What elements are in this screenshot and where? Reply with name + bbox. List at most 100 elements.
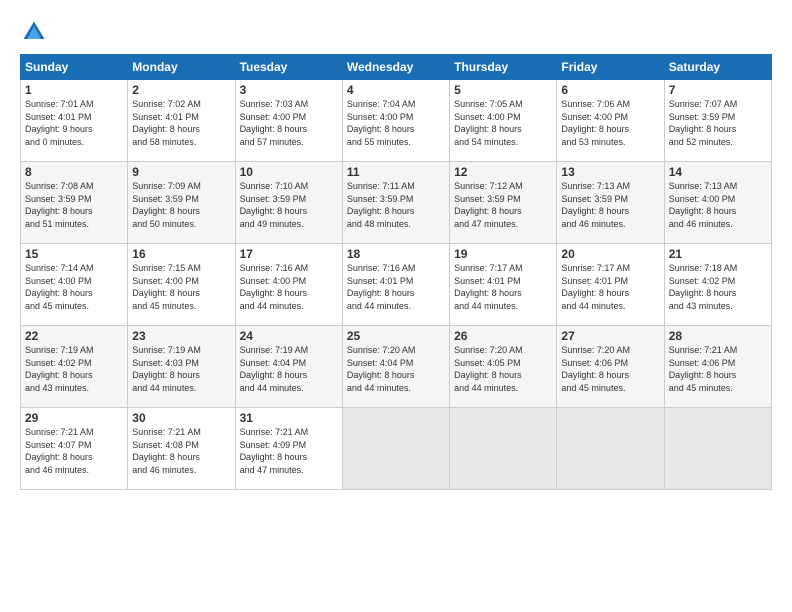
calendar-cell: 30Sunrise: 7:21 AM Sunset: 4:08 PM Dayli… [128,408,235,490]
day-info: Sunrise: 7:20 AM Sunset: 4:05 PM Dayligh… [454,344,552,394]
day-info: Sunrise: 7:10 AM Sunset: 3:59 PM Dayligh… [240,180,338,230]
page: SundayMondayTuesdayWednesdayThursdayFrid… [0,0,792,612]
calendar-cell: 21Sunrise: 7:18 AM Sunset: 4:02 PM Dayli… [664,244,771,326]
day-info: Sunrise: 7:15 AM Sunset: 4:00 PM Dayligh… [132,262,230,312]
calendar-cell: 17Sunrise: 7:16 AM Sunset: 4:00 PM Dayli… [235,244,342,326]
calendar-cell: 19Sunrise: 7:17 AM Sunset: 4:01 PM Dayli… [450,244,557,326]
day-info: Sunrise: 7:17 AM Sunset: 4:01 PM Dayligh… [454,262,552,312]
day-info: Sunrise: 7:05 AM Sunset: 4:00 PM Dayligh… [454,98,552,148]
weekday-header-thursday: Thursday [450,55,557,80]
weekday-header-saturday: Saturday [664,55,771,80]
day-number: 16 [132,247,230,261]
calendar-cell: 14Sunrise: 7:13 AM Sunset: 4:00 PM Dayli… [664,162,771,244]
day-info: Sunrise: 7:21 AM Sunset: 4:06 PM Dayligh… [669,344,767,394]
day-number: 14 [669,165,767,179]
calendar-cell: 16Sunrise: 7:15 AM Sunset: 4:00 PM Dayli… [128,244,235,326]
calendar-week-row: 15Sunrise: 7:14 AM Sunset: 4:00 PM Dayli… [21,244,772,326]
day-info: Sunrise: 7:20 AM Sunset: 4:06 PM Dayligh… [561,344,659,394]
day-number: 18 [347,247,445,261]
day-info: Sunrise: 7:08 AM Sunset: 3:59 PM Dayligh… [25,180,123,230]
calendar-cell: 8Sunrise: 7:08 AM Sunset: 3:59 PM Daylig… [21,162,128,244]
calendar-cell: 10Sunrise: 7:10 AM Sunset: 3:59 PM Dayli… [235,162,342,244]
day-info: Sunrise: 7:19 AM Sunset: 4:03 PM Dayligh… [132,344,230,394]
calendar-cell: 5Sunrise: 7:05 AM Sunset: 4:00 PM Daylig… [450,80,557,162]
weekday-header-tuesday: Tuesday [235,55,342,80]
calendar-cell [450,408,557,490]
day-number: 12 [454,165,552,179]
day-info: Sunrise: 7:21 AM Sunset: 4:09 PM Dayligh… [240,426,338,476]
calendar-cell: 4Sunrise: 7:04 AM Sunset: 4:00 PM Daylig… [342,80,449,162]
day-number: 5 [454,83,552,97]
day-number: 25 [347,329,445,343]
day-info: Sunrise: 7:13 AM Sunset: 3:59 PM Dayligh… [561,180,659,230]
day-number: 29 [25,411,123,425]
day-number: 11 [347,165,445,179]
day-number: 15 [25,247,123,261]
day-info: Sunrise: 7:04 AM Sunset: 4:00 PM Dayligh… [347,98,445,148]
day-number: 9 [132,165,230,179]
day-number: 2 [132,83,230,97]
day-info: Sunrise: 7:09 AM Sunset: 3:59 PM Dayligh… [132,180,230,230]
day-info: Sunrise: 7:21 AM Sunset: 4:07 PM Dayligh… [25,426,123,476]
logo-icon [20,18,48,46]
day-info: Sunrise: 7:02 AM Sunset: 4:01 PM Dayligh… [132,98,230,148]
header [20,18,772,46]
calendar-cell: 3Sunrise: 7:03 AM Sunset: 4:00 PM Daylig… [235,80,342,162]
calendar-cell: 11Sunrise: 7:11 AM Sunset: 3:59 PM Dayli… [342,162,449,244]
calendar-cell: 26Sunrise: 7:20 AM Sunset: 4:05 PM Dayli… [450,326,557,408]
day-info: Sunrise: 7:14 AM Sunset: 4:00 PM Dayligh… [25,262,123,312]
calendar-cell: 27Sunrise: 7:20 AM Sunset: 4:06 PM Dayli… [557,326,664,408]
day-number: 17 [240,247,338,261]
day-number: 19 [454,247,552,261]
day-number: 7 [669,83,767,97]
day-number: 23 [132,329,230,343]
calendar-cell: 20Sunrise: 7:17 AM Sunset: 4:01 PM Dayli… [557,244,664,326]
weekday-header-sunday: Sunday [21,55,128,80]
calendar-week-row: 22Sunrise: 7:19 AM Sunset: 4:02 PM Dayli… [21,326,772,408]
calendar-cell [664,408,771,490]
day-info: Sunrise: 7:07 AM Sunset: 3:59 PM Dayligh… [669,98,767,148]
day-number: 13 [561,165,659,179]
day-info: Sunrise: 7:19 AM Sunset: 4:02 PM Dayligh… [25,344,123,394]
calendar-cell: 22Sunrise: 7:19 AM Sunset: 4:02 PM Dayli… [21,326,128,408]
day-info: Sunrise: 7:12 AM Sunset: 3:59 PM Dayligh… [454,180,552,230]
weekday-header-friday: Friday [557,55,664,80]
calendar-cell: 28Sunrise: 7:21 AM Sunset: 4:06 PM Dayli… [664,326,771,408]
calendar-cell: 12Sunrise: 7:12 AM Sunset: 3:59 PM Dayli… [450,162,557,244]
calendar-cell: 9Sunrise: 7:09 AM Sunset: 3:59 PM Daylig… [128,162,235,244]
day-info: Sunrise: 7:18 AM Sunset: 4:02 PM Dayligh… [669,262,767,312]
logo [20,18,52,46]
day-number: 27 [561,329,659,343]
weekday-header-row: SundayMondayTuesdayWednesdayThursdayFrid… [21,55,772,80]
calendar-table: SundayMondayTuesdayWednesdayThursdayFrid… [20,54,772,490]
calendar-cell: 2Sunrise: 7:02 AM Sunset: 4:01 PM Daylig… [128,80,235,162]
day-info: Sunrise: 7:16 AM Sunset: 4:00 PM Dayligh… [240,262,338,312]
day-number: 24 [240,329,338,343]
day-number: 26 [454,329,552,343]
day-info: Sunrise: 7:06 AM Sunset: 4:00 PM Dayligh… [561,98,659,148]
day-info: Sunrise: 7:11 AM Sunset: 3:59 PM Dayligh… [347,180,445,230]
day-number: 4 [347,83,445,97]
day-number: 30 [132,411,230,425]
calendar-cell: 18Sunrise: 7:16 AM Sunset: 4:01 PM Dayli… [342,244,449,326]
day-info: Sunrise: 7:13 AM Sunset: 4:00 PM Dayligh… [669,180,767,230]
day-info: Sunrise: 7:19 AM Sunset: 4:04 PM Dayligh… [240,344,338,394]
weekday-header-monday: Monday [128,55,235,80]
day-info: Sunrise: 7:16 AM Sunset: 4:01 PM Dayligh… [347,262,445,312]
day-info: Sunrise: 7:21 AM Sunset: 4:08 PM Dayligh… [132,426,230,476]
day-info: Sunrise: 7:03 AM Sunset: 4:00 PM Dayligh… [240,98,338,148]
calendar-cell: 25Sunrise: 7:20 AM Sunset: 4:04 PM Dayli… [342,326,449,408]
calendar-week-row: 8Sunrise: 7:08 AM Sunset: 3:59 PM Daylig… [21,162,772,244]
calendar-cell: 31Sunrise: 7:21 AM Sunset: 4:09 PM Dayli… [235,408,342,490]
day-number: 31 [240,411,338,425]
calendar-week-row: 29Sunrise: 7:21 AM Sunset: 4:07 PM Dayli… [21,408,772,490]
day-number: 1 [25,83,123,97]
calendar-cell: 6Sunrise: 7:06 AM Sunset: 4:00 PM Daylig… [557,80,664,162]
calendar-cell: 7Sunrise: 7:07 AM Sunset: 3:59 PM Daylig… [664,80,771,162]
day-number: 20 [561,247,659,261]
calendar-cell: 29Sunrise: 7:21 AM Sunset: 4:07 PM Dayli… [21,408,128,490]
day-number: 10 [240,165,338,179]
day-number: 3 [240,83,338,97]
day-number: 8 [25,165,123,179]
day-number: 6 [561,83,659,97]
